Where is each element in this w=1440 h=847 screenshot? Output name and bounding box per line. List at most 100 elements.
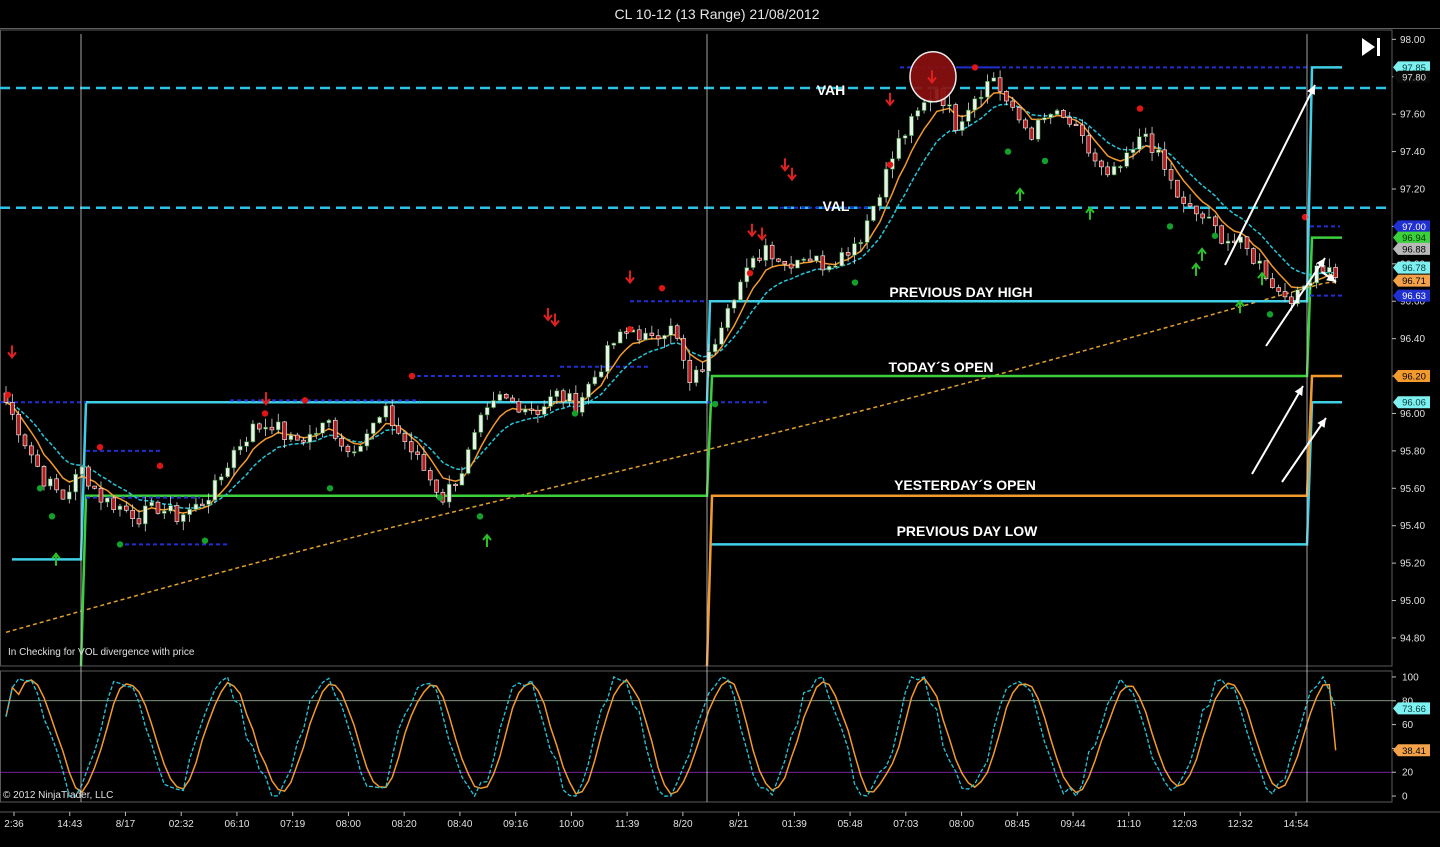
candle-up — [1054, 110, 1060, 115]
swing-high-dot — [4, 391, 12, 398]
candle-up — [586, 383, 591, 398]
time-tick-label: 8/17 — [116, 819, 136, 830]
candle-up — [883, 168, 889, 198]
candle-down — [434, 479, 439, 493]
price-tag: 96.71 — [1393, 274, 1430, 287]
candle-up — [1137, 136, 1142, 150]
candle-up — [871, 205, 876, 221]
candle-up — [548, 396, 553, 407]
candle-down — [782, 260, 788, 265]
candle-down — [10, 402, 15, 415]
candle-up — [244, 441, 249, 447]
candle-down — [174, 505, 180, 522]
candle-down — [1162, 149, 1167, 170]
time-tick-label: 06:10 — [224, 819, 249, 830]
candle-down — [1168, 169, 1174, 181]
candle-up — [567, 393, 572, 403]
candle-up — [1143, 133, 1148, 137]
time-tick-label: 07:19 — [280, 819, 305, 830]
candle-up — [377, 416, 382, 424]
level-label: YESTERDAY´S OPEN — [894, 477, 1036, 493]
candle-up — [852, 243, 857, 256]
time-tick-label: 11:39 — [615, 819, 640, 830]
swing-high-dot — [261, 410, 269, 417]
candle-up — [149, 501, 154, 507]
candle-down — [1244, 236, 1250, 249]
candle-down — [35, 454, 40, 467]
candle-up — [326, 419, 332, 424]
candle-down — [1099, 160, 1104, 168]
candle-up — [598, 371, 604, 378]
candle-down — [1187, 203, 1193, 207]
swing-low-dot — [326, 485, 334, 492]
price-tag: 96.06 — [1393, 396, 1430, 409]
time-tick-label: 14:43 — [57, 819, 82, 830]
swing-high-dot — [746, 269, 754, 277]
candle-up — [902, 135, 908, 139]
candle-down — [136, 518, 142, 525]
candle-up — [1048, 113, 1054, 118]
candle-down — [953, 104, 959, 131]
candle-up — [168, 505, 173, 512]
candle-down — [1073, 123, 1079, 127]
candle-down — [788, 263, 794, 269]
price-tag-label: 97.80 — [1402, 72, 1426, 83]
candle-down — [1029, 127, 1035, 140]
price-tag-label: 96.78 — [1402, 263, 1426, 274]
swing-high-dot — [886, 161, 894, 168]
candle-up — [484, 407, 490, 416]
price-tick-label: 96.40 — [1400, 334, 1425, 345]
level-label: PREVIOUS DAY HIGH — [889, 284, 1032, 300]
swing-low-dot — [436, 494, 444, 501]
candle-up — [358, 445, 363, 452]
price-tag-label: 97.00 — [1402, 222, 1426, 233]
time-tick-label: 02:32 — [169, 819, 194, 830]
candle-up — [605, 345, 610, 373]
candle-down — [1149, 133, 1155, 153]
osc-tag-label: 73.66 — [1402, 704, 1426, 715]
candle-down — [427, 470, 433, 481]
candle-up — [541, 406, 547, 415]
chart-canvas: CL 10-12 (13 Range) 21/08/2012 98.00 97.8… — [0, 0, 1440, 847]
candle-down — [155, 501, 161, 514]
price-tick-label: 95.00 — [1400, 596, 1425, 607]
candle-up — [446, 483, 452, 503]
title-separator — [0, 28, 1440, 29]
price-tag-label: 96.94 — [1402, 233, 1426, 244]
swing-high-dot — [96, 443, 104, 451]
candle-down — [560, 390, 566, 403]
time-tick-label: 08:20 — [392, 819, 417, 830]
swing-low-dot — [851, 279, 859, 286]
candle-up — [1257, 260, 1262, 264]
swing-low-dot — [1211, 232, 1219, 239]
candle-down — [700, 369, 705, 372]
time-tick-label: 14:54 — [1283, 819, 1308, 830]
price-tick-label: 98.00 — [1400, 35, 1425, 46]
candle-down — [60, 489, 66, 500]
price-tick-label: 97.40 — [1400, 147, 1425, 158]
candle-down — [130, 510, 135, 519]
candle-up — [478, 414, 484, 433]
candle-down — [1276, 287, 1281, 292]
candle-down — [339, 438, 344, 447]
candle-up — [522, 408, 528, 413]
candle-down — [396, 425, 401, 434]
candle-up — [991, 77, 997, 82]
candle-up — [212, 479, 218, 501]
copyright-text: © 2012 NinjaTrader, LLC — [3, 790, 113, 801]
candle-up — [370, 422, 376, 434]
time-tick-label: 07:03 — [893, 819, 918, 830]
candle-up — [472, 432, 477, 450]
candle-down — [41, 466, 47, 487]
candle-up — [313, 432, 319, 436]
candle-down — [1213, 216, 1218, 227]
candle-up — [662, 335, 667, 340]
candle-up — [985, 81, 990, 98]
price-tag: 96.20 — [1393, 370, 1430, 383]
candle-down — [845, 252, 851, 256]
candle-down — [510, 397, 515, 402]
candle-down — [649, 332, 655, 337]
level-label: VAH — [817, 82, 846, 98]
candle-up — [351, 451, 357, 454]
osc-tick-label: 60 — [1402, 720, 1414, 731]
